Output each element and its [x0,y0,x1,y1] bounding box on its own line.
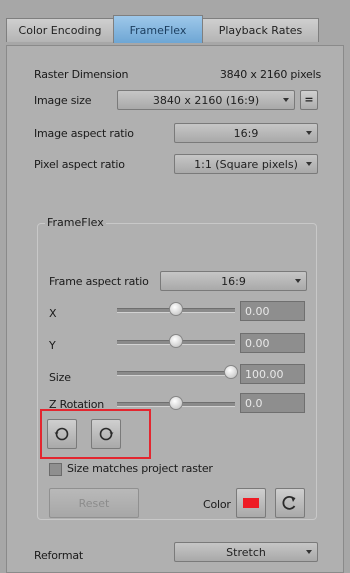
reformat-dropdown[interactable]: Stretch [174,542,318,562]
image-size-label: Image size [34,94,92,107]
pixel-aspect-ratio-value: 1:1 (Square pixels) [194,158,298,171]
frameflex-group-title: FrameFlex [45,216,106,229]
y-value-field[interactable]: 0.00 [240,333,305,353]
image-aspect-ratio-label: Image aspect ratio [34,127,134,140]
color-swatch-button[interactable] [236,488,266,518]
tab-bar: Color Encoding FrameFlex Playback Rates [6,15,344,46]
z-rotation-value-field[interactable]: 0.0 [240,393,305,413]
reset-button[interactable]: Reset [49,488,139,518]
x-slider-thumb[interactable] [169,302,183,316]
chevron-down-icon [306,131,312,135]
image-size-value: 3840 x 2160 (16:9) [152,94,260,107]
tab-frameflex[interactable]: FrameFlex [113,15,203,43]
raster-dimension-label: Raster Dimension [34,68,129,81]
tab-playback-rates[interactable]: Playback Rates [202,18,319,42]
image-size-dropdown[interactable]: 3840 x 2160 (16:9) [117,90,295,110]
frame-aspect-ratio-value: 16:9 [221,275,246,288]
image-aspect-ratio-dropdown[interactable]: 16:9 [174,123,318,143]
raster-dimension-value: 3840 x 2160 pixels [219,68,321,81]
size-value-field[interactable]: 100.00 [240,364,305,384]
tab-color-encoding[interactable]: Color Encoding [6,18,114,42]
pixel-aspect-ratio-label: Pixel aspect ratio [34,158,125,171]
size-slider-track[interactable] [117,371,235,376]
frame-aspect-ratio-label: Frame aspect ratio [49,275,149,288]
color-swatch [243,498,259,508]
y-label: Y [49,339,56,352]
reformat-value: Stretch [226,546,266,559]
y-slider-thumb[interactable] [169,334,183,348]
size-label: Size [49,371,71,384]
chevron-down-icon [283,98,289,102]
refresh-icon [282,495,296,510]
size-matches-label: Size matches project raster [67,462,213,475]
pixel-aspect-ratio-dropdown[interactable]: 1:1 (Square pixels) [174,154,318,174]
chevron-down-icon [306,550,312,554]
frame-aspect-ratio-dropdown[interactable]: 16:9 [160,271,307,291]
size-slider-thumb[interactable] [224,365,238,379]
color-label: Color [203,498,231,511]
x-value-field[interactable]: 0.00 [240,301,305,321]
chevron-down-icon [306,162,312,166]
color-reset-button[interactable] [275,488,305,518]
size-matches-checkbox[interactable] [49,463,62,476]
z-rotation-slider-thumb[interactable] [169,396,183,410]
image-aspect-ratio-value: 16:9 [233,127,259,140]
x-label: X [49,307,57,320]
highlight-box [40,409,151,459]
reformat-label: Reformat [34,549,84,562]
chevron-down-icon [295,279,301,283]
image-size-custom-button[interactable]: = [300,90,318,110]
